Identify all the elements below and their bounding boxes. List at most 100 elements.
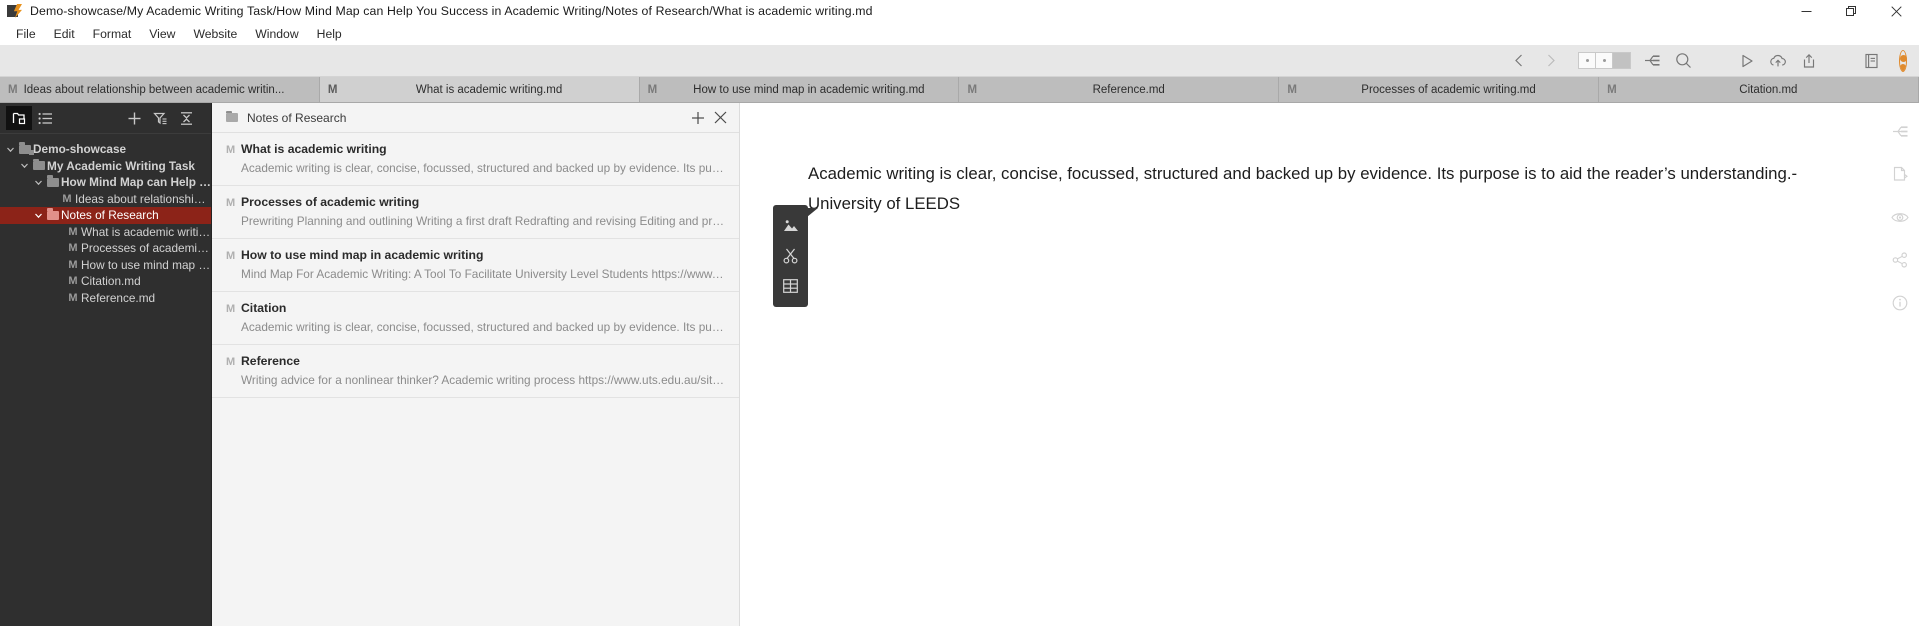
notes-panel-header: Notes of Research (212, 103, 739, 133)
layout-segment-editor[interactable] (1613, 53, 1630, 68)
tree-item-my-academic-writing-task[interactable]: My Academic Writing Task (0, 158, 211, 175)
add-note-button[interactable] (687, 106, 709, 130)
tab-label: Citation.md (1739, 83, 1798, 96)
chevron-down-icon[interactable] (32, 178, 45, 187)
markdown-file-icon: M (68, 275, 78, 288)
note-title: What is academic writing (241, 142, 387, 156)
tree-item-demo-showcase[interactable]: Demo-showcase (0, 141, 211, 158)
markdown-badge-icon: M (647, 83, 658, 96)
tree-item-ideas-about-relationship[interactable]: M Ideas about relationship betwe... (0, 191, 211, 208)
note-title: Processes of academic writing (241, 195, 420, 209)
note-list-item[interactable]: M How to use mind map in academic writin… (212, 239, 739, 292)
document-text[interactable]: Academic writing is clear, concise, focu… (808, 159, 1799, 219)
eye-preview-icon[interactable] (1885, 202, 1915, 232)
cloud-upload-icon[interactable] (1762, 46, 1793, 76)
minimize-icon[interactable] (1784, 0, 1829, 22)
tree-item-what-is-academic-writing[interactable]: M What is academic writing.md (0, 224, 211, 241)
layout-segment-sidebar[interactable] (1579, 53, 1596, 68)
filter-icon[interactable] (147, 106, 173, 130)
close-icon[interactable] (1874, 0, 1919, 22)
note-list-item[interactable]: M What is academic writing Academic writ… (212, 133, 739, 186)
menu-view[interactable]: View (140, 22, 184, 45)
tab-label: Processes of academic writing.md (1361, 83, 1536, 96)
menu-bar: File Edit Format View Website Window Hel… (0, 22, 1919, 45)
editor-body[interactable]: Academic writing is clear, concise, focu… (740, 103, 1919, 626)
note-list-item[interactable]: M Processes of academic writing Prewriti… (212, 186, 739, 239)
scissors-icon[interactable] (778, 243, 804, 269)
markdown-badge-icon: M (226, 144, 236, 156)
book-icon[interactable] (1856, 46, 1887, 76)
tree-item-label: My Academic Writing Task (47, 158, 195, 173)
maximize-icon[interactable] (1829, 0, 1874, 22)
note-title: Citation (241, 301, 287, 315)
plus-icon[interactable] (121, 106, 147, 130)
menu-format[interactable]: Format (84, 22, 141, 45)
menu-file[interactable]: File (7, 22, 45, 45)
markdown-badge-icon: M (1607, 83, 1617, 96)
list-icon[interactable] (32, 106, 58, 130)
notes-panel: Notes of Research M What is academic wri… (212, 103, 740, 626)
note-snippet: Writing advice for a nonlinear thinker? … (241, 373, 725, 387)
note-snippet: Mind Map For Academic Writing: A Tool To… (241, 267, 725, 281)
note-snippet: Academic writing is clear, concise, focu… (241, 320, 725, 334)
document-tag-icon[interactable] (1885, 159, 1915, 189)
note-list-item[interactable]: M Reference Writing advice for a nonline… (212, 345, 739, 398)
tree-item-label: How to use mind map in ac... (81, 257, 211, 272)
floating-insert-toolbar (773, 205, 818, 307)
markdown-badge-icon: M (8, 83, 18, 96)
markdown-badge-icon: M (327, 83, 338, 96)
tab-label: What is academic writing.md (415, 83, 563, 96)
chevron-down-icon[interactable] (32, 211, 45, 220)
info-icon[interactable] (1885, 288, 1915, 318)
note-title: How to use mind map in academic writing (241, 248, 484, 262)
tree-item-label: Processes of academic writi... (81, 241, 211, 256)
mindmap-icon[interactable] (1637, 46, 1668, 76)
tab-reference[interactable]: M Reference.md (959, 77, 1280, 102)
tree-item-label: How Mind Map can Help You Su... (61, 175, 211, 190)
tab-processes-of-academic-writing[interactable]: M Processes of academic writing.md (1279, 77, 1600, 102)
chevron-down-icon[interactable] (4, 145, 17, 154)
markdown-badge-icon: M (1287, 83, 1297, 96)
tree-item-label: Demo-showcase (33, 142, 127, 157)
sidebar-toolbar (0, 103, 211, 134)
close-panel-button[interactable] (709, 106, 731, 130)
menu-edit[interactable]: Edit (45, 22, 84, 45)
avatar[interactable] (1887, 49, 1909, 72)
image-icon[interactable] (778, 213, 804, 239)
chevron-left-icon[interactable] (1504, 46, 1535, 76)
note-list-item[interactable]: M Citation Academic writing is clear, co… (212, 292, 739, 345)
folder-icon (45, 175, 61, 187)
share-icon[interactable] (1885, 245, 1915, 275)
tree-item-how-to-use-mind-map[interactable]: M How to use mind map in ac... (0, 257, 211, 274)
menu-website[interactable]: Website (184, 22, 246, 45)
tree-item-label: Citation.md (81, 274, 141, 289)
app-toolbar (0, 45, 1919, 77)
tree-item-citation[interactable]: M Citation.md (0, 273, 211, 290)
tab-ideas-about-relationship[interactable]: M Ideas about relationship between acade… (0, 77, 320, 102)
file-tree: Demo-showcase My Academic Writing Task H… (0, 134, 211, 306)
folder-icon (31, 158, 47, 171)
menu-help[interactable]: Help (308, 22, 351, 45)
tree-item-notes-of-research[interactable]: Notes of Research (0, 207, 211, 224)
tab-what-is-academic-writing[interactable]: M What is academic writing.md (319, 77, 640, 102)
chevron-down-icon[interactable] (18, 161, 31, 170)
table-icon[interactable] (778, 273, 804, 299)
menu-window[interactable]: Window (246, 22, 307, 45)
markdown-badge-icon: M (226, 356, 236, 368)
markdown-badge-icon: M (226, 303, 236, 315)
export-icon[interactable] (1793, 46, 1824, 76)
chevron-right-icon[interactable] (1535, 46, 1566, 76)
folder-tree-icon[interactable] (6, 106, 32, 130)
tree-item-reference[interactable]: M Reference.md (0, 290, 211, 307)
pane-layout-toggle[interactable] (1578, 52, 1631, 69)
layout-segment-list[interactable] (1596, 53, 1613, 68)
search-icon[interactable] (1668, 46, 1699, 76)
tree-item-processes-of-academic-writing[interactable]: M Processes of academic writi... (0, 240, 211, 257)
tab-citation[interactable]: M Citation.md (1599, 77, 1919, 102)
mindmap-icon[interactable] (1885, 116, 1915, 146)
play-icon[interactable] (1731, 46, 1762, 76)
tree-item-label: What is academic writing.md (81, 224, 211, 239)
tree-item-how-mind-map-can-help[interactable]: How Mind Map can Help You Su... (0, 174, 211, 191)
collapse-all-icon[interactable] (173, 106, 199, 130)
tab-how-to-use-mind-map[interactable]: M How to use mind map in academic writin… (639, 77, 960, 102)
